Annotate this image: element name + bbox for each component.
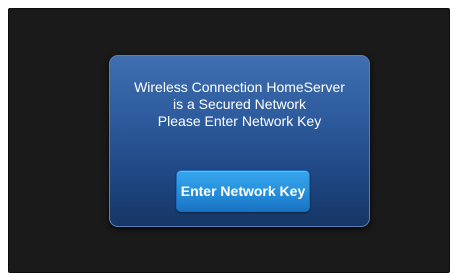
device-screen: Wireless Connection HomeServer is a Secu…	[8, 8, 450, 273]
dialog-message: Wireless Connection HomeServer is a Secu…	[110, 79, 369, 130]
message-line-network-name: Wireless Connection HomeServer	[134, 79, 345, 95]
secured-network-dialog: Wireless Connection HomeServer is a Secu…	[109, 55, 370, 227]
message-line-instruction: Please Enter Network Key	[157, 113, 322, 129]
enter-network-key-button[interactable]: Enter Network Key	[176, 170, 310, 212]
message-line-secured: is a Secured Network	[172, 96, 307, 112]
